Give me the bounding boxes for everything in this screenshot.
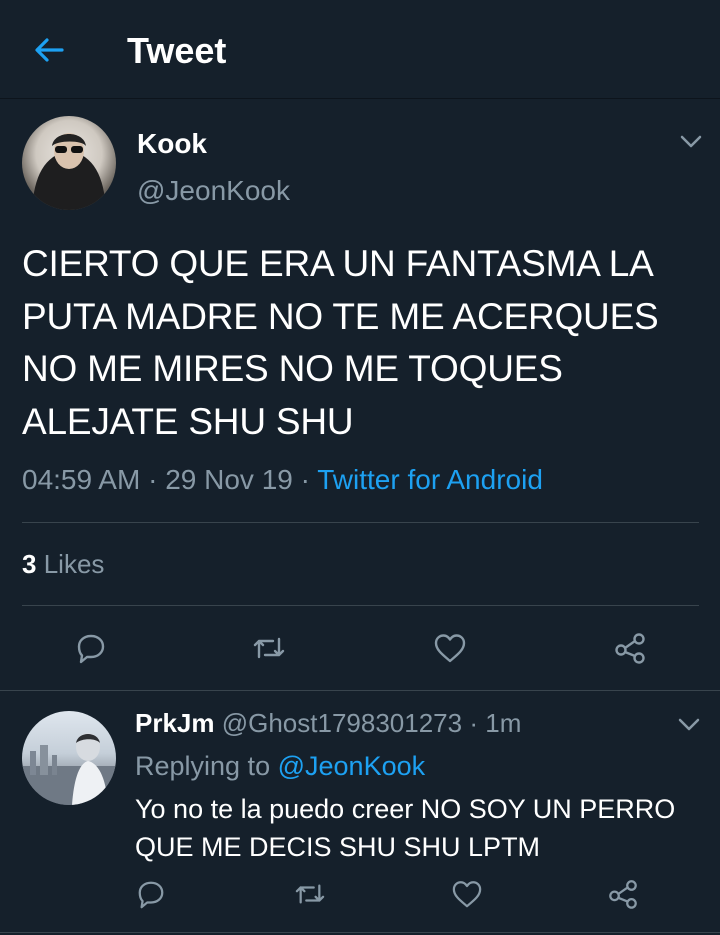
reply-icon (77, 634, 105, 664)
tweet-text-line: ALEJATE SHU SHU (22, 400, 354, 442)
arrow-left-icon (35, 38, 64, 62)
reply-icon (138, 881, 164, 909)
tweet-source-link[interactable]: Twitter for Android (317, 464, 543, 495)
like-icon (452, 881, 482, 908)
meta-separator: · (300, 464, 310, 495)
tweet-text-line: PUTA MADRE NO TE ME ACERQUES (22, 295, 659, 337)
reply-text: Yo no te la puedo creer NO SOY UN PERRO … (135, 790, 705, 866)
divider (22, 605, 699, 606)
tweet-text-line: NO ME MIRES NO ME TOQUES (22, 348, 563, 389)
section-divider (0, 690, 720, 691)
reply-header: PrkJm @Ghost1798301273 · 1m (135, 708, 521, 739)
tweet-options-button[interactable] (680, 131, 702, 153)
avatar-image (22, 733, 116, 805)
replying-to-label: Replying to (135, 751, 271, 781)
tweet-date: 29 Nov 19 (165, 464, 293, 495)
tweet-metadata: 04:59 AM · 29 Nov 19 · Twitter for Andro… (22, 464, 543, 496)
top-app-bar: Tweet (0, 0, 720, 99)
retweet-button[interactable] (249, 628, 289, 668)
author-avatar[interactable] (22, 116, 116, 210)
tweet-text: CIERTO QUE ERA UN FANTASMA LA PUTA MADRE… (22, 238, 712, 448)
avatar-image (32, 133, 106, 210)
meta-separator: · (148, 464, 158, 495)
author-display-name[interactable]: Kook (137, 128, 207, 160)
share-button[interactable] (610, 628, 650, 668)
reply-like-button[interactable] (448, 875, 486, 913)
chevron-down-icon (680, 135, 702, 148)
reply-handle[interactable]: @Ghost1798301273 (222, 708, 462, 738)
divider (22, 522, 699, 523)
retweet-icon (295, 884, 325, 904)
reply-retweet-button[interactable] (291, 875, 329, 913)
reply-author-avatar[interactable] (22, 711, 116, 805)
likes-label: Likes (43, 549, 105, 579)
chevron-down-icon (678, 718, 700, 731)
bottom-divider (0, 932, 720, 933)
back-button[interactable] (30, 32, 68, 68)
reply-share-button[interactable] (604, 875, 642, 913)
reply-options-button[interactable] (678, 714, 700, 736)
replying-to-handle[interactable]: @JeonKook (278, 751, 426, 781)
reply-text-line: QUE ME DECIS SHU SHU LPTM (135, 832, 541, 862)
likes-count-link[interactable]: 3 Likes (22, 549, 104, 580)
likes-count: 3 (22, 549, 37, 579)
like-button[interactable] (430, 628, 470, 668)
meta-separator: · (469, 708, 479, 738)
author-handle[interactable]: @JeonKook (137, 175, 290, 207)
like-icon (434, 634, 466, 663)
page-title: Tweet (127, 30, 227, 71)
reply-reply-button[interactable] (132, 875, 170, 913)
retweet-icon (253, 637, 285, 659)
tweet-text-line: CIERTO QUE ERA UN FANTASMA LA (22, 243, 654, 284)
reply-display-name[interactable]: PrkJm (135, 708, 215, 738)
reply-age: 1m (485, 708, 522, 738)
reply-text-line: Yo no te la puedo creer NO SOY UN PERRO (135, 794, 676, 824)
share-icon (609, 880, 637, 909)
tweet-time: 04:59 AM (22, 464, 141, 495)
reply-button[interactable] (71, 628, 111, 668)
replying-to: Replying to @JeonKook (135, 751, 425, 782)
share-icon (615, 633, 645, 664)
